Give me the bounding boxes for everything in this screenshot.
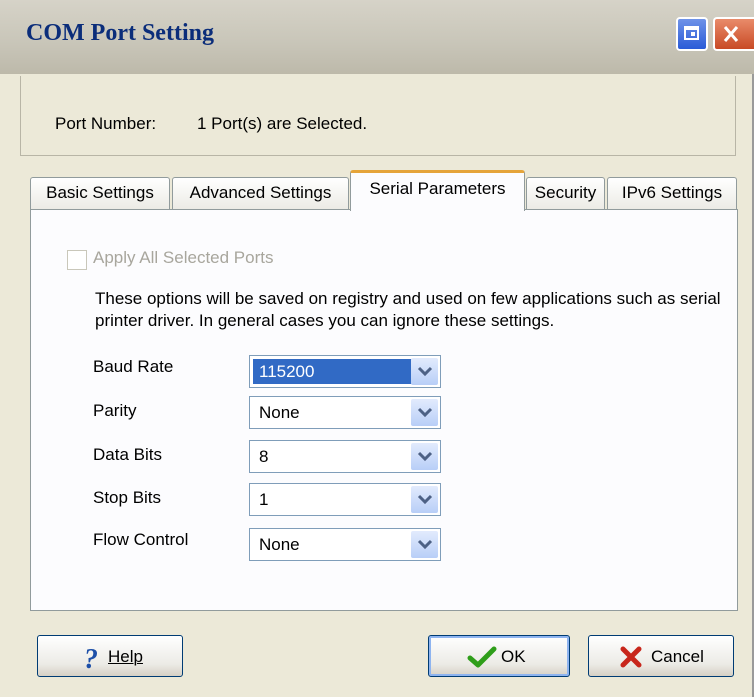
help-label: Help xyxy=(108,647,143,666)
baud-rate-dropdown-button[interactable] xyxy=(411,358,438,385)
tab-ipv6-settings[interactable]: IPv6 Settings xyxy=(607,177,737,209)
port-number-value: 1 Port(s) are Selected. xyxy=(197,114,368,133)
tab-security[interactable]: Security xyxy=(526,177,605,209)
chevron-down-icon xyxy=(417,494,433,505)
parity-select[interactable]: None xyxy=(249,396,441,429)
close-icon xyxy=(723,26,739,42)
chevron-down-icon xyxy=(417,451,433,462)
data-bits-value: 8 xyxy=(259,447,269,466)
description-text: These options will be saved on registry … xyxy=(95,289,721,330)
tab-advanced-settings[interactable]: Advanced Settings xyxy=(172,177,349,209)
baud-rate-label: Baud Rate xyxy=(93,357,174,376)
flow-control-label: Flow Control xyxy=(93,530,189,549)
baud-rate-select[interactable]: 115200 xyxy=(249,355,441,388)
checkmark-icon xyxy=(467,646,497,668)
question-mark-icon: ? xyxy=(84,645,98,671)
chevron-down-icon xyxy=(417,407,433,418)
parity-dropdown-button[interactable] xyxy=(411,399,438,426)
flow-control-select[interactable]: None xyxy=(249,528,441,561)
restore-button[interactable] xyxy=(676,17,708,51)
serial-parameters-panel: Apply All Selected Ports These options w… xyxy=(30,209,738,611)
parity-label: Parity xyxy=(93,401,137,420)
tab-serial-parameters[interactable]: Serial Parameters xyxy=(350,170,525,211)
port-number-label: Port Number: xyxy=(55,114,157,133)
stop-bits-label: Stop Bits xyxy=(93,488,162,507)
svg-text:?: ? xyxy=(84,645,98,671)
tab-basic-settings[interactable]: Basic Settings xyxy=(30,177,170,209)
apply-all-checkbox[interactable] xyxy=(67,250,87,270)
flow-control-value: None xyxy=(259,535,300,554)
data-bits-dropdown-button[interactable] xyxy=(411,443,438,470)
com-port-setting-dialog: COM Port Setting Port Number: 1 Port(s) … xyxy=(0,0,754,697)
flow-control-dropdown-button[interactable] xyxy=(411,531,438,558)
x-icon xyxy=(620,646,642,668)
cancel-button[interactable]: Cancel xyxy=(588,635,734,677)
apply-all-label: Apply All Selected Ports xyxy=(93,248,274,267)
stop-bits-value: 1 xyxy=(259,490,269,509)
ok-button[interactable]: OK xyxy=(428,635,570,677)
parity-value: None xyxy=(259,403,300,422)
close-button[interactable] xyxy=(713,17,754,51)
port-info-box: Port Number: 1 Port(s) are Selected. xyxy=(20,76,736,156)
stop-bits-dropdown-button[interactable] xyxy=(411,486,438,513)
chevron-down-icon xyxy=(417,366,433,377)
help-button[interactable]: ? Help xyxy=(37,635,183,677)
tab-strip: Basic Settings Advanced Settings Serial … xyxy=(0,170,754,211)
chevron-down-icon xyxy=(417,539,433,550)
window-title: COM Port Setting xyxy=(26,20,214,46)
baud-rate-value: 115200 xyxy=(253,359,415,384)
stop-bits-select[interactable]: 1 xyxy=(249,483,441,516)
cancel-label: Cancel xyxy=(651,647,704,666)
title-bar[interactable]: COM Port Setting xyxy=(0,0,754,74)
ok-label: OK xyxy=(501,647,526,666)
restore-icon xyxy=(684,26,699,40)
data-bits-select[interactable]: 8 xyxy=(249,440,441,473)
data-bits-label: Data Bits xyxy=(93,445,162,464)
